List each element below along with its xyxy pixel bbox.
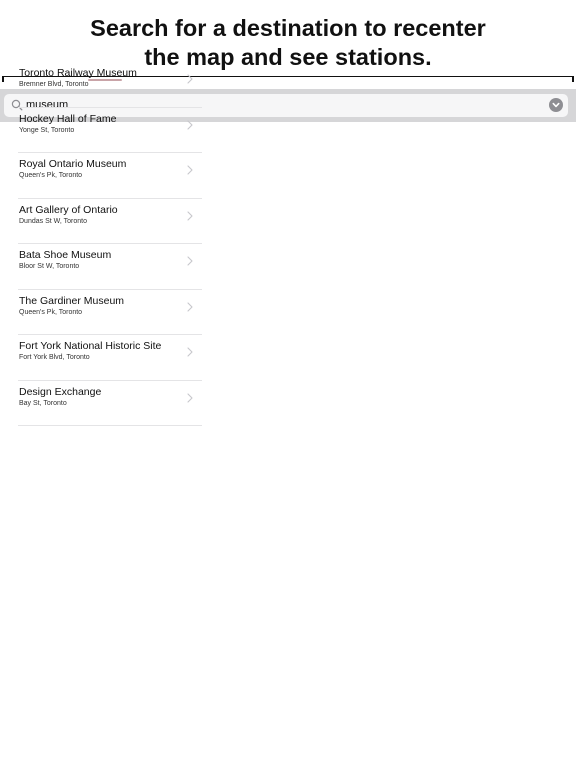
result-title: Toronto Railway Museum [19,67,137,79]
result-subtitle: Dundas St W, Toronto [19,217,87,225]
list-item[interactable]: Design Exchange Bay St, Toronto [18,381,202,426]
result-title: Bata Shoe Museum [19,249,112,261]
search-results-list: Toronto Railway Museum Bremner Blvd, Tor… [18,62,202,426]
list-item[interactable]: Toronto Railway Museum Bremner Blvd, Tor… [18,62,202,108]
result-title: Royal Ontario Museum [19,158,127,170]
result-subtitle: Fort York Blvd, Toronto [19,354,90,361]
list-item[interactable]: Fort York National Historic Site Fort Yo… [18,335,202,381]
result-title: The Gardiner Museum [19,294,125,307]
clear-circle-icon [552,102,560,108]
result-title: Design Exchange [19,385,102,398]
result-title: Fort York National Historic Site [19,340,162,352]
result-subtitle: Bay St, Toronto [19,399,67,407]
result-title: Art Gallery of Ontario [19,203,118,216]
chevron-right-icon [187,210,193,221]
chevron-right-icon [187,301,193,312]
result-subtitle: Yonge St, Toronto [19,126,75,134]
chevron-right-icon [187,74,193,84]
caption-line-1: Search for a destination to recenter [90,15,486,41]
result-subtitle: Queen's Pk, Toronto [19,172,83,179]
list-item[interactable]: Hockey Hall of Fame Yonge St, Toronto [18,108,202,153]
list-item[interactable]: Art Gallery of Ontario Dundas St W, Toro… [18,199,202,244]
app-screen: Search for a destination to recenter the… [0,0,576,768]
result-subtitle: Queen's Pk, Toronto [19,308,83,316]
clear-search-button[interactable] [549,98,563,112]
result-subtitle: Bremner Blvd, Toronto [19,81,89,88]
result-title: Hockey Hall of Fame [19,112,117,125]
chevron-right-icon [187,119,193,130]
chevron-right-icon [187,165,193,175]
list-item[interactable]: Bata Shoe Museum Bloor St W, Toronto [18,244,202,290]
chevron-right-icon [187,392,193,403]
sheet-corner-left [2,76,4,82]
list-item[interactable]: The Gardiner Museum Queen's Pk, Toronto [18,290,202,335]
chevron-right-icon [187,347,193,357]
sheet-corner-right [572,76,574,82]
list-item[interactable]: Royal Ontario Museum Queen's Pk, Toronto [18,153,202,199]
chevron-right-icon [187,256,193,266]
result-subtitle: Bloor St W, Toronto [19,263,80,270]
